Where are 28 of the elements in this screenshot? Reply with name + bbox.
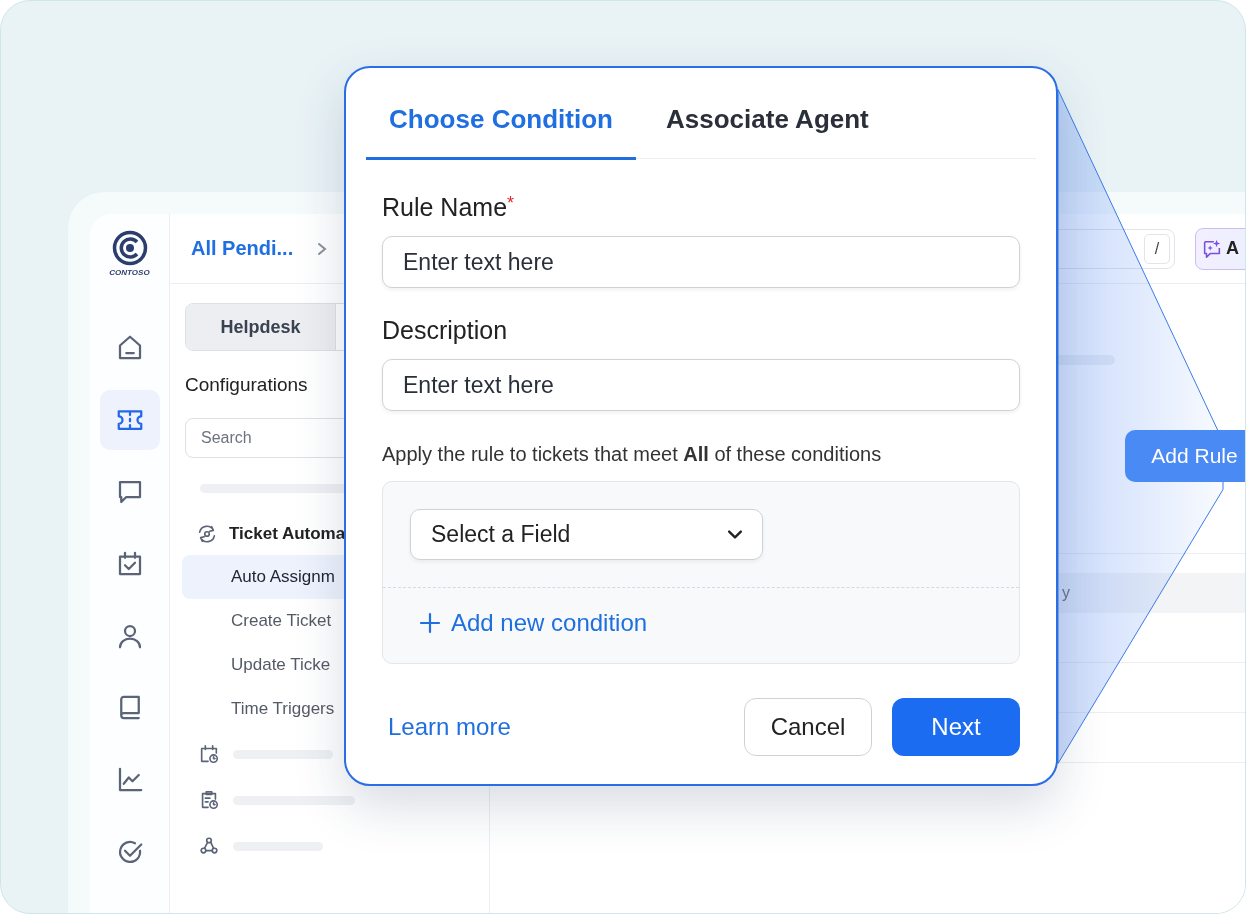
text-field[interactable]: Enter text here <box>382 359 1020 411</box>
column-header: y <box>1062 584 1070 602</box>
logo-text: CONTOSO <box>109 268 150 277</box>
learn-more-link[interactable]: Learn more <box>388 713 511 741</box>
webhook-icon <box>198 835 220 857</box>
sparkle-chat-icon <box>1201 237 1223 260</box>
field-select[interactable]: Select a Field <box>410 509 763 560</box>
field-label: Description <box>382 316 508 344</box>
ai-button[interactable]: A <box>1195 227 1245 270</box>
nav-button[interactable] <box>99 390 160 450</box>
required-mark: * <box>507 193 515 213</box>
calendar-clock-icon <box>198 743 220 765</box>
logo-icon <box>111 230 148 266</box>
shortcut-key: / <box>1144 233 1170 264</box>
tab[interactable]: Choose Condition <box>366 68 636 160</box>
tab[interactable]: Helpdesk <box>186 304 336 350</box>
add-condition-link[interactable]: Add new condition <box>419 609 648 637</box>
plus-icon <box>419 612 441 634</box>
field-label: Rule Name <box>382 193 508 221</box>
text-field[interactable]: Enter text here <box>382 236 1020 288</box>
page-title: All Pendi... <box>191 237 294 260</box>
next-button[interactable]: Next <box>892 698 1020 756</box>
tab[interactable]: Associate Agent <box>666 68 869 160</box>
chevron-down-icon <box>728 530 742 539</box>
tree-group-label[interactable]: Ticket Automa <box>229 524 346 544</box>
automation-icon <box>196 523 218 545</box>
cancel-button[interactable]: Cancel <box>744 698 872 756</box>
section-title: Configurations <box>185 374 308 396</box>
